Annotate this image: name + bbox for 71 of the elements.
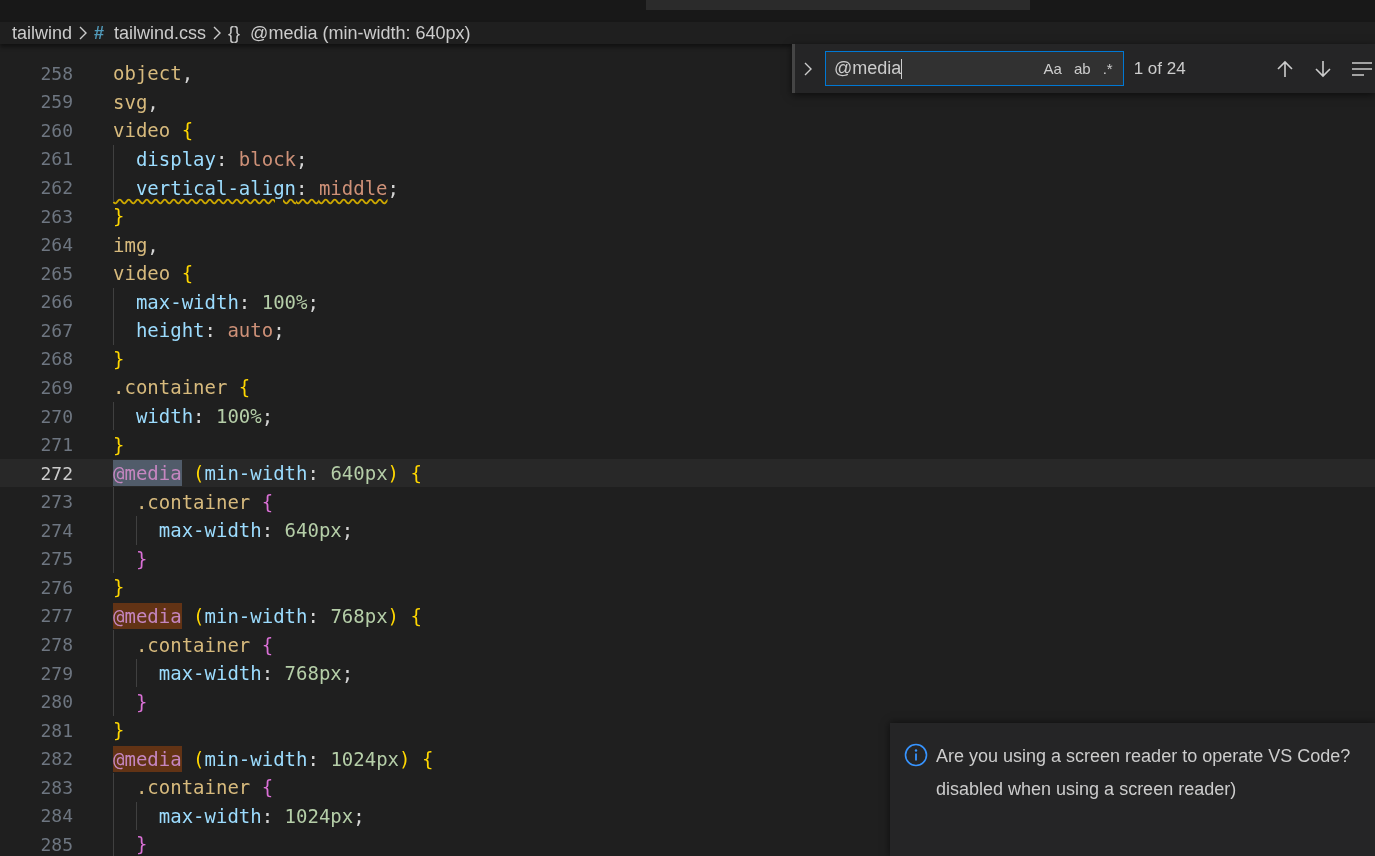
line-number: 280 bbox=[39, 691, 73, 713]
line-number: 282 bbox=[39, 748, 73, 770]
line-number: 276 bbox=[39, 576, 73, 598]
line-number: 275 bbox=[39, 548, 73, 570]
line-number: 260 bbox=[39, 119, 73, 141]
code-line: } bbox=[113, 204, 125, 230]
line-number: 265 bbox=[39, 262, 73, 284]
find-option-toggle[interactable]: Aa bbox=[1039, 58, 1066, 79]
code-line: } bbox=[113, 830, 148, 856]
hash-icon: # bbox=[94, 22, 105, 44]
code-line: max-width: 100%; bbox=[113, 287, 319, 317]
code-line: } bbox=[113, 687, 148, 716]
line-number: 272 bbox=[39, 462, 73, 484]
find-option-toggle[interactable]: ab bbox=[1069, 58, 1095, 79]
notification-text: disabled when using a screen reader) bbox=[936, 778, 1238, 801]
info-icon bbox=[904, 743, 928, 767]
line-number: 285 bbox=[39, 833, 73, 855]
find-option-toggle[interactable]: .* bbox=[1098, 58, 1117, 79]
chevron-right-icon bbox=[212, 26, 223, 40]
code-line: svg, bbox=[113, 89, 159, 115]
line-number: 266 bbox=[39, 291, 73, 313]
line-number: 268 bbox=[39, 348, 73, 370]
code-line: max-width: 640px; bbox=[113, 516, 354, 545]
code-line: .container { bbox=[113, 487, 274, 516]
code-line: @media (min-width: 768px) { bbox=[113, 601, 422, 631]
line-number: 259 bbox=[39, 91, 73, 113]
line-number: 274 bbox=[39, 519, 73, 541]
breadcrumb-item[interactable]: @media (min-width: 640px) bbox=[250, 22, 471, 44]
line-number: 277 bbox=[39, 605, 73, 627]
line-number: 262 bbox=[39, 177, 73, 199]
line-number: 271 bbox=[39, 434, 73, 456]
code-line: height: auto; bbox=[113, 316, 285, 345]
code-line: video { bbox=[113, 118, 194, 144]
code-line: } bbox=[113, 575, 125, 601]
chevron-right-icon bbox=[78, 26, 89, 40]
code-line: display: block; bbox=[113, 144, 308, 174]
code-line: video { bbox=[113, 261, 194, 287]
code-line: .container { bbox=[113, 375, 251, 401]
line-number: 261 bbox=[39, 148, 73, 170]
notification-text: Are you using a screen reader to operate VS Code? bbox=[936, 745, 1351, 768]
line-number: 264 bbox=[39, 234, 73, 256]
breadcrumb-folder[interactable]: tailwind bbox=[12, 22, 73, 44]
code-line: vertical-align: middle; bbox=[113, 173, 399, 202]
code-line: object, bbox=[113, 61, 194, 87]
code-line: max-width: 768px; bbox=[113, 658, 354, 688]
code-line: width: 100%; bbox=[113, 401, 274, 431]
braces-icon: {} bbox=[228, 22, 241, 44]
line-number: 267 bbox=[39, 319, 73, 341]
code-line: .container { bbox=[113, 773, 274, 802]
match-count: 1 of 24 bbox=[1133, 58, 1187, 79]
line-number: 263 bbox=[39, 205, 73, 227]
code-line: img, bbox=[113, 232, 159, 258]
line-number: 270 bbox=[39, 405, 73, 427]
line-number: 273 bbox=[39, 491, 73, 513]
line-number: 284 bbox=[39, 805, 73, 827]
code-line: @media (min-width: 640px) { bbox=[113, 459, 422, 488]
line-number: 279 bbox=[39, 662, 73, 684]
breadcrumb-item[interactable]: tailwind.css bbox=[114, 22, 207, 44]
line-number: 283 bbox=[39, 776, 73, 798]
code-line: } bbox=[113, 432, 125, 458]
code-line: @media (min-width: 1024px) { bbox=[113, 744, 434, 774]
search-field[interactable]: @media Aa ab .* bbox=[825, 51, 1124, 86]
code-line: .container { bbox=[113, 630, 274, 659]
code-line: } bbox=[113, 346, 125, 372]
code-line: } bbox=[113, 544, 148, 574]
code-line: } bbox=[113, 718, 125, 744]
code-line: max-width: 1024px; bbox=[113, 801, 365, 831]
line-number: 278 bbox=[39, 634, 73, 656]
line-number: 269 bbox=[39, 376, 73, 398]
line-number: 281 bbox=[39, 719, 73, 741]
line-number: 258 bbox=[39, 62, 73, 84]
